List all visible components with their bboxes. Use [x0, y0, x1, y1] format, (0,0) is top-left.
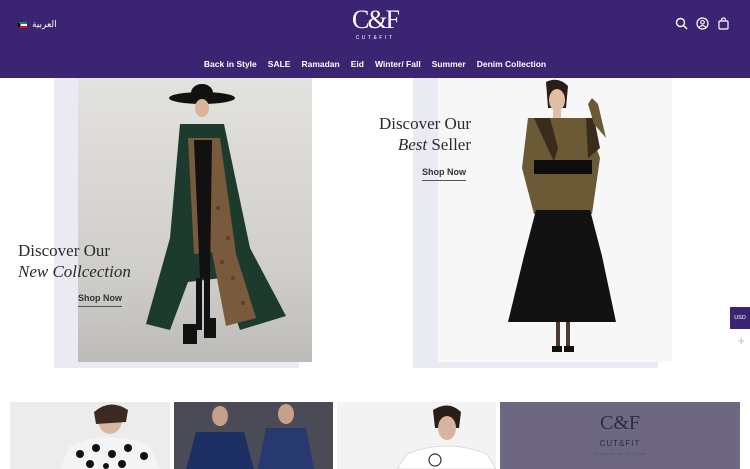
cart-icon[interactable] — [717, 17, 730, 30]
promo-tagline: FASHION WITH LOVE — [593, 452, 647, 456]
product-card[interactable] — [10, 402, 170, 469]
best-seller-image[interactable] — [438, 78, 672, 362]
brand-promo-card[interactable]: C&F CUT&FIT FASHION WITH LOVE — [500, 402, 740, 469]
kuwait-flag-icon — [18, 21, 27, 28]
nav-item-winter-fall[interactable]: Winter/ Fall — [375, 59, 421, 69]
site-header: العربية C&F CUT&FIT Back in Style SALE R… — [0, 0, 750, 78]
promo-logo-mark: C&F — [599, 412, 641, 434]
hero-left-line2: New Collcection — [18, 262, 131, 281]
nav-item-sale[interactable]: SALE — [268, 59, 291, 69]
plus-icon[interactable]: + — [737, 333, 745, 348]
currency-selector[interactable]: USD — [730, 307, 750, 329]
product-card[interactable] — [337, 402, 496, 469]
new-collection-image[interactable] — [78, 78, 312, 362]
hero-right-line2-italic: Best — [397, 135, 428, 154]
hero-right-heading: Discover Our Best Seller — [373, 114, 471, 156]
language-label: العربية — [32, 19, 57, 29]
promo-logo-name: CUT&FIT — [599, 439, 641, 448]
nav-item-back-in-style[interactable]: Back in Style — [204, 59, 257, 69]
nav-item-summer[interactable]: Summer — [432, 59, 466, 69]
hero-left-line1: Discover Our — [18, 241, 111, 260]
hero-right-line2: Best Seller — [373, 134, 471, 156]
product-card[interactable] — [174, 402, 333, 469]
nav-item-ramadan[interactable]: Ramadan — [301, 59, 339, 69]
hero-right-line1: Discover Our — [378, 114, 471, 133]
shop-now-best-seller-button[interactable]: Shop Now — [422, 167, 466, 181]
site-logo[interactable]: C&F CUT&FIT — [340, 5, 410, 42]
hero-right-line2-rest: Seller — [427, 135, 471, 154]
logo-text: CUT&FIT — [355, 35, 395, 41]
hero-left-heading: Discover Our New Collcection — [18, 241, 131, 283]
hero-section: Discover Our New Collcection Shop Now Di… — [0, 78, 750, 390]
nav-item-denim-collection[interactable]: Denim Collection — [477, 59, 546, 69]
logo-mark: C&F — [351, 5, 400, 34]
language-switcher[interactable]: العربية — [18, 19, 57, 30]
shop-now-new-collection-button[interactable]: Shop Now — [78, 293, 122, 307]
nav-item-eid[interactable]: Eid — [351, 59, 364, 69]
account-icon[interactable] — [696, 17, 709, 30]
main-nav: Back in Style SALE Ramadan Eid Winter/ F… — [0, 59, 750, 69]
header-icons — [675, 17, 730, 30]
search-icon[interactable] — [675, 17, 688, 30]
